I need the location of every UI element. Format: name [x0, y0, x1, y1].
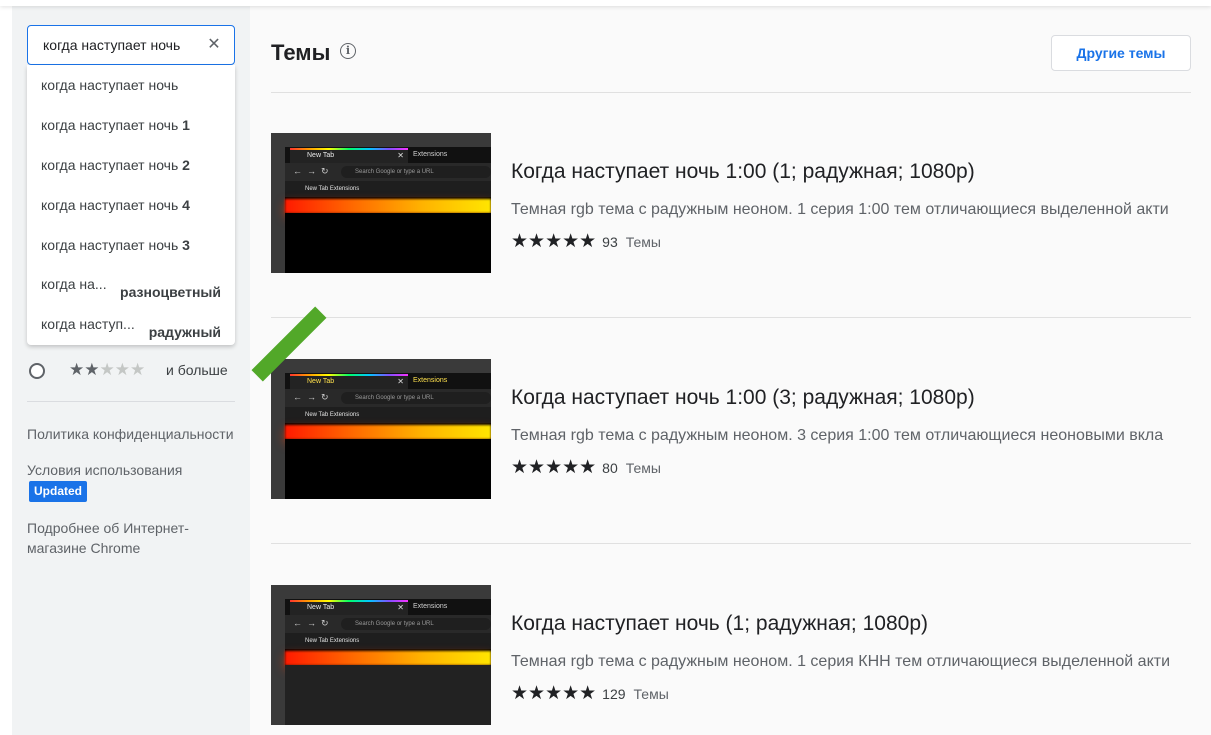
divider	[271, 543, 1191, 544]
suggestion-item[interactable]: когда на... разноцветный	[27, 265, 235, 305]
divider	[271, 317, 1191, 318]
theme-thumbnail[interactable]: New Tab ✕ Extensions ←→↻ Search Google or …	[271, 585, 491, 725]
footer-links: Политика конфиденциальности Условия испо…	[27, 424, 237, 574]
about-store-link[interactable]: Подробнее об Интернет-магазине Chrome	[27, 518, 237, 558]
search-box[interactable]: ✕	[27, 25, 235, 65]
rating-count: 129	[602, 685, 626, 702]
theme-description: Темная rgb тема с радужным неоном. 3 сер…	[511, 427, 1164, 444]
suggestion-item[interactable]: когда наступает ночь 3	[27, 225, 235, 265]
rating-filter-label: и больше	[166, 362, 228, 378]
theme-thumbnail[interactable]: New Tab ✕ Extensions ←→↻ Search Google or …	[271, 133, 491, 273]
updated-badge: Updated	[29, 480, 87, 502]
info-icon[interactable]: i	[340, 43, 356, 59]
terms-link[interactable]: Условия использования Updated	[27, 460, 237, 502]
page-title: Темы	[271, 40, 331, 65]
main-content: Темы i Другие темы New Tab ✕ Extensions ←…	[250, 6, 1211, 735]
radio-button[interactable]	[29, 363, 45, 379]
divider	[271, 92, 1191, 93]
suggestion-item[interactable]: когда наступает ночь 2	[27, 145, 235, 185]
theme-category: Темы	[625, 459, 661, 476]
star-icon: ★★★★★	[511, 231, 597, 252]
theme-rating: ★★★★★ 93 Темы	[511, 230, 661, 252]
rating-filter[interactable]: ★★★★★ и больше	[27, 359, 237, 383]
suggestion-item[interactable]: когда наступает ночь	[27, 65, 235, 105]
theme-title[interactable]: Когда наступает ночь 1:00 (3; радужная; …	[511, 386, 975, 410]
sidebar: ✕ когда наступает ночь когда наступает н…	[12, 6, 250, 735]
other-themes-button[interactable]: Другие темы	[1051, 35, 1191, 71]
rating-stars: ★★★★★	[69, 360, 146, 379]
theme-title[interactable]: Когда наступает ночь (1; радужная; 1080p…	[511, 612, 928, 636]
theme-description: Темная rgb тема с радужным неоном. 1 сер…	[511, 653, 1171, 670]
star-icon: ★★★★★	[511, 457, 597, 478]
theme-category: Темы	[625, 233, 661, 250]
suggestion-item[interactable]: когда наступает ночь 4	[27, 185, 235, 225]
top-bar	[0, 0, 1211, 6]
close-icon[interactable]: ✕	[206, 37, 222, 53]
suggestion-item[interactable]: когда наступает ночь 1	[27, 105, 235, 145]
suggestion-item[interactable]: когда наступ... радужный	[27, 305, 235, 345]
rating-count: 80	[602, 459, 618, 476]
theme-item[interactable]: New Tab ✕ Extensions ←→↻ Search Google or …	[271, 585, 1191, 725]
search-input[interactable]	[43, 26, 203, 64]
search-suggestions: когда наступает ночь когда наступает ноч…	[27, 65, 235, 345]
privacy-link[interactable]: Политика конфиденциальности	[27, 424, 237, 444]
theme-item[interactable]: New Tab ✕ Extensions ←→↻ Search Google or …	[271, 359, 1191, 499]
theme-thumbnail[interactable]: New Tab ✕ Extensions ←→↻ Search Google or …	[271, 359, 491, 499]
theme-item[interactable]: New Tab ✕ Extensions ←→↻ Search Google or …	[271, 133, 1191, 273]
theme-rating: ★★★★★ 129 Темы	[511, 682, 669, 704]
divider	[27, 401, 235, 402]
rating-count: 93	[602, 233, 618, 250]
theme-category: Темы	[633, 685, 669, 702]
theme-title[interactable]: Когда наступает ночь 1:00 (1; радужная; …	[511, 160, 975, 184]
star-icon: ★★★★★	[511, 683, 597, 704]
theme-description: Темная rgb тема с радужным неоном. 1 сер…	[511, 201, 1169, 218]
theme-rating: ★★★★★ 80 Темы	[511, 456, 661, 478]
